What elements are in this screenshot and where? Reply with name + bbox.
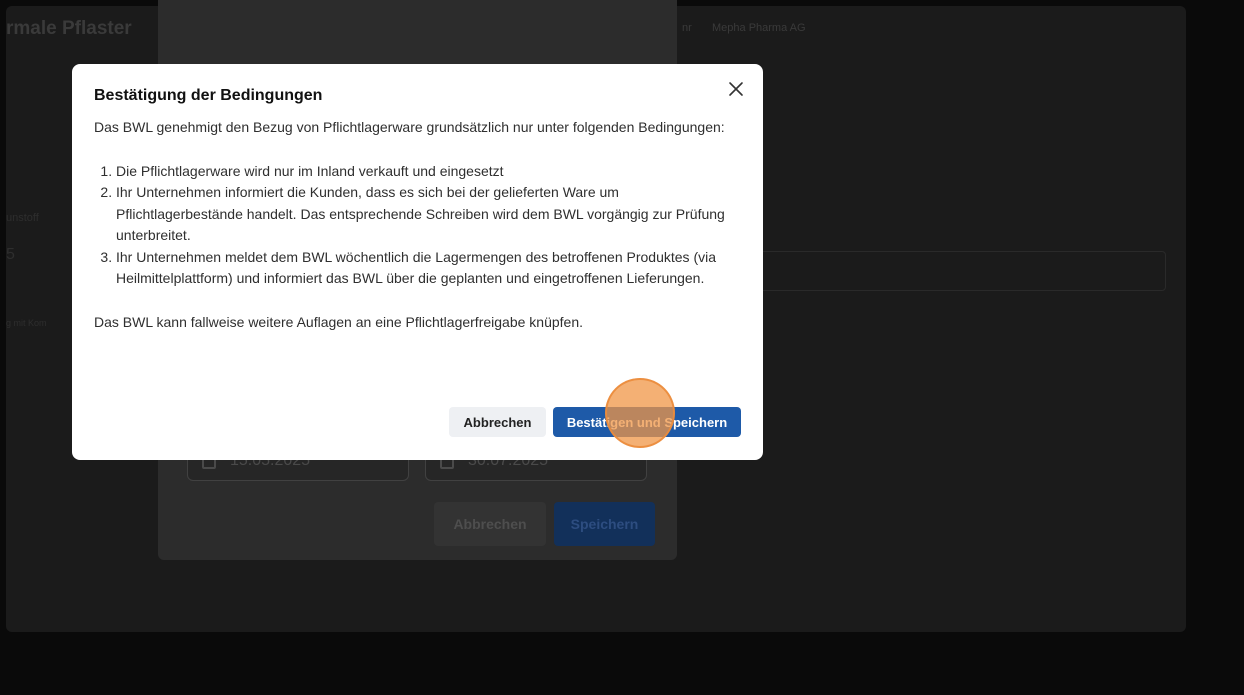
dialog-body: Das BWL genehmigt den Bezug von Pflichtl…: [94, 117, 739, 333]
dialog-intro: Das BWL genehmigt den Bezug von Pflichtl…: [94, 119, 725, 135]
cancel-button[interactable]: Abbrechen: [449, 407, 546, 437]
close-button[interactable]: [725, 78, 747, 100]
dialog-footnote: Das BWL kann fallweise weitere Auflagen …: [94, 313, 583, 330]
page-header-fragment: nr: [682, 22, 692, 34]
condition-item: Ihr Unternehmen meldet dem BWL wöchentli…: [116, 247, 739, 290]
condition-item: Die Pflichtlagerware wird nur im Inland …: [116, 161, 739, 183]
confirmation-dialog: Bestätigung der Bedingungen Das BWL gene…: [72, 64, 763, 460]
company-name: Mepha Pharma AG: [712, 22, 806, 34]
dialog-title: Bestätigung der Bedingungen: [94, 87, 323, 104]
page-link: g mit Kom: [6, 318, 47, 328]
page-title: rmale Pflaster: [6, 18, 132, 39]
field-label: unstoff: [6, 212, 39, 224]
field-value: 5: [6, 246, 15, 263]
underlying-save-button: Speichern: [554, 502, 655, 546]
confirm-and-save-button[interactable]: Bestätigen und Speichern: [553, 407, 741, 437]
conditions-list: Die Pflichtlagerware wird nur im Inland …: [94, 161, 739, 290]
condition-item: Ihr Unternehmen informiert die Kunden, d…: [116, 182, 739, 247]
close-icon: [729, 82, 743, 96]
underlying-cancel-button: Abbrechen: [434, 502, 546, 546]
